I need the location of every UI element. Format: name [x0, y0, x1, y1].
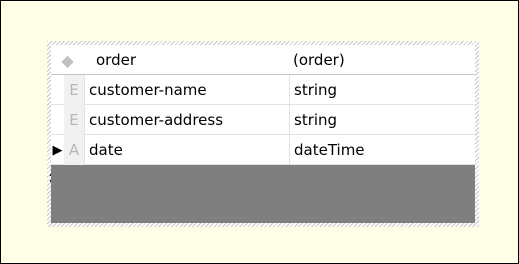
- row-selector[interactable]: [51, 105, 64, 135]
- table-row[interactable]: E customer-address string: [51, 105, 475, 135]
- row-name-cell[interactable]: customer-address: [84, 105, 289, 135]
- element-name-header[interactable]: order: [84, 45, 289, 75]
- designer-canvas: ◆ order (order) E customer-name string E…: [0, 0, 519, 264]
- grid-header-row[interactable]: ◆ order (order): [51, 45, 475, 75]
- row-type-cell[interactable]: string: [289, 75, 475, 105]
- row-name-cell[interactable]: customer-name: [84, 75, 289, 105]
- attribute-kind-icon: A: [64, 135, 84, 165]
- row-type-cell[interactable]: dateTime: [289, 135, 475, 165]
- element-grid-container: ◆ order (order) E customer-name string E…: [48, 45, 475, 223]
- row-name-cell[interactable]: date: [84, 135, 289, 165]
- row-type-cell[interactable]: string: [289, 105, 475, 135]
- element-kind-icon: E: [64, 105, 84, 135]
- row-pointer-icon[interactable]: ▶: [51, 135, 64, 165]
- table-row[interactable]: ▶ A date dateTime: [51, 135, 475, 165]
- diamond-icon: ◆: [61, 50, 74, 70]
- element-type-header[interactable]: (order): [289, 45, 475, 75]
- row-selector[interactable]: [51, 75, 64, 105]
- grid-footer-bar: [51, 165, 475, 223]
- table-row[interactable]: E customer-name string: [51, 75, 475, 105]
- element-kind-icon: E: [64, 75, 84, 105]
- element-box: ◆ order (order) E customer-name string E…: [47, 41, 479, 227]
